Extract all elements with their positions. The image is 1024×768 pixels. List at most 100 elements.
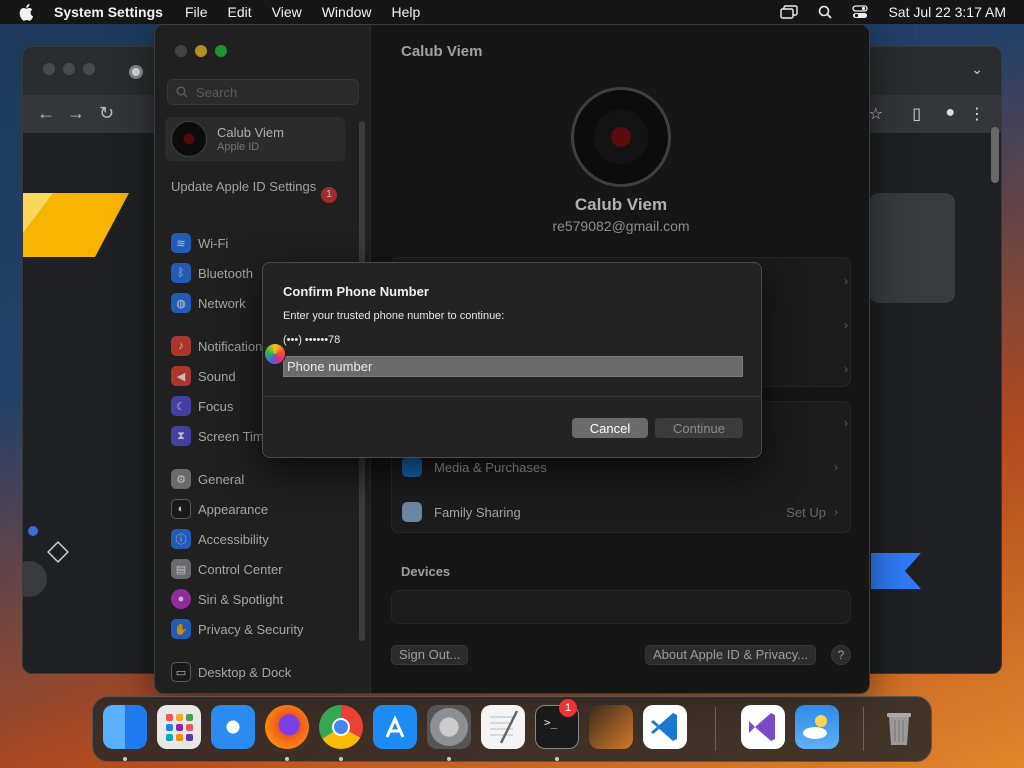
sidebar-item-control-center[interactable]: ▤ Control Center <box>171 558 283 580</box>
sidebar-account-item[interactable]: Calub Viem Apple ID <box>165 117 345 161</box>
app-store-icon <box>402 457 422 477</box>
bluetooth-icon: ᛒ <box>171 263 191 283</box>
chrome-scrollbar[interactable] <box>991 127 999 183</box>
app-store-icon[interactable] <box>373 705 417 749</box>
chrome-tab-favicon-icon[interactable] <box>129 65 143 79</box>
cancel-button[interactable]: Cancel <box>572 418 648 438</box>
chrome-menu-icon[interactable]: ⋮ <box>969 104 985 124</box>
sidebar-item-screen-time[interactable]: ⧗ Screen Time <box>171 425 271 447</box>
sidebar-item-appearance[interactable]: ◐ Appearance <box>171 498 268 520</box>
profile-email: re579082@gmail.com <box>552 218 690 234</box>
window-zoom-button[interactable] <box>215 45 227 57</box>
chevron-right-icon: › <box>834 460 838 474</box>
clock[interactable]: Sat Jul 22 3:17 AM <box>888 4 1006 20</box>
running-indicator <box>123 757 127 761</box>
sidebar-item-wifi[interactable]: ≋ Wi-Fi <box>171 232 228 254</box>
control-center-icon: ▤ <box>171 559 191 579</box>
system-settings-icon[interactable] <box>427 705 471 749</box>
screen-mirroring-icon[interactable] <box>780 5 799 19</box>
dialog-description: Enter your trusted phone number to conti… <box>283 310 505 322</box>
window-minimize-button[interactable] <box>195 45 207 57</box>
menu-window[interactable]: Window <box>322 4 372 20</box>
sidebar-search-field[interactable]: Search <box>167 79 359 105</box>
profile-avatar[interactable] <box>571 87 671 187</box>
gray-circle <box>23 561 47 597</box>
apple-menu-icon[interactable] <box>18 3 36 21</box>
blue-dot <box>28 526 38 536</box>
page-title: Calub Viem <box>401 43 483 60</box>
menu-help[interactable]: Help <box>392 4 421 20</box>
sidebar-item-privacy-security[interactable]: ✋ Privacy & Security <box>171 618 303 640</box>
sidebar-item-network[interactable]: ◍ Network <box>171 292 246 314</box>
running-indicator <box>447 757 451 761</box>
sidebar-item-accessibility[interactable]: ⓘ Accessibility <box>171 528 269 550</box>
sidebar-item-sound[interactable]: ◀ Sound <box>171 365 236 387</box>
chrome-minimize-button[interactable] <box>63 63 75 75</box>
row-label: Family Sharing <box>434 504 521 520</box>
menu-edit[interactable]: Edit <box>228 4 252 20</box>
gear-icon: ⚙ <box>171 469 191 489</box>
phone-number-input[interactable] <box>283 356 743 377</box>
textedit-icon[interactable] <box>481 705 525 749</box>
menu-file[interactable]: File <box>185 4 208 20</box>
about-apple-id-privacy-button[interactable]: About Apple ID & Privacy... <box>645 645 817 665</box>
bookmark-star-icon[interactable]: ☆ <box>869 104 883 124</box>
side-panel-icon[interactable]: ▯ <box>912 104 921 124</box>
sidebar-item-update-apple-id[interactable]: Update Apple ID Settings <box>171 179 321 195</box>
spotlight-search-icon[interactable] <box>818 5 833 19</box>
accessibility-icon: ⓘ <box>171 529 191 549</box>
dock-icon: ▭ <box>171 662 191 682</box>
masked-phone-number: (•••) ••••••78 <box>283 334 341 346</box>
sidebar-item-focus[interactable]: ☾ Focus <box>171 395 233 417</box>
update-badge: 1 <box>321 187 337 203</box>
devices-heading: Devices <box>401 564 451 579</box>
sign-out-button[interactable]: Sign Out... <box>391 645 469 665</box>
chrome-icon[interactable] <box>319 705 363 749</box>
profile-name: Calub Viem <box>574 195 668 214</box>
sidebar-item-desktop-dock[interactable]: ▭ Desktop & Dock <box>171 661 291 683</box>
control-center-icon[interactable] <box>852 5 869 19</box>
bell-icon: ♪ <box>171 336 191 356</box>
dock: 1 >_ <box>92 696 932 762</box>
profile-icon[interactable]: ● <box>945 104 955 122</box>
sidebar-item-notifications[interactable]: ♪ Notifications <box>171 335 269 357</box>
speaker-icon: ◀ <box>171 366 191 386</box>
hourglass-icon: ⧗ <box>171 426 191 446</box>
continue-button[interactable]: Continue <box>655 418 743 438</box>
row-family-sharing[interactable]: Family Sharing Set Up › <box>402 497 840 527</box>
sidebar-item-general[interactable]: ⚙ General <box>171 468 244 490</box>
app-menu[interactable]: System Settings <box>54 4 163 20</box>
chrome-close-button[interactable] <box>43 63 55 75</box>
moon-icon: ☾ <box>171 396 191 416</box>
garageband-icon[interactable] <box>589 705 633 749</box>
finder-icon[interactable] <box>103 705 147 749</box>
help-button[interactable]: ? <box>831 645 851 665</box>
running-indicator <box>555 757 559 761</box>
sidebar-item-label: Accessibility <box>198 531 269 547</box>
forward-arrow-icon[interactable]: → <box>67 103 85 124</box>
dialog-divider <box>263 396 761 397</box>
chrome-tab-search-icon[interactable]: ⌄ <box>971 61 983 78</box>
account-subtitle: Apple ID <box>217 141 260 153</box>
sidebar-item-bluetooth[interactable]: ᛒ Bluetooth <box>171 262 253 284</box>
reload-icon[interactable]: ↻ <box>99 103 114 124</box>
running-indicator <box>339 757 343 761</box>
menu-view[interactable]: View <box>272 4 302 20</box>
window-close-button[interactable] <box>175 45 187 57</box>
chrome-zoom-button[interactable] <box>83 63 95 75</box>
running-indicator <box>285 757 289 761</box>
sidebar-item-label: Siri & Spotlight <box>198 591 284 607</box>
safari-icon[interactable] <box>211 705 255 749</box>
visual-studio-icon[interactable] <box>741 705 785 749</box>
vscode-icon[interactable] <box>643 705 687 749</box>
launchpad-icon[interactable] <box>157 705 201 749</box>
firefox-icon[interactable] <box>265 705 309 749</box>
back-arrow-icon[interactable]: ← <box>37 103 55 124</box>
family-icon <box>402 502 422 522</box>
trash-icon[interactable] <box>877 705 921 749</box>
sidebar-item-label: Desktop & Dock <box>198 664 292 680</box>
weather-icon[interactable] <box>795 705 839 749</box>
dialog-title: Confirm Phone Number <box>283 284 429 299</box>
sidebar-item-siri-spotlight[interactable]: ● Siri & Spotlight <box>171 588 283 610</box>
appearance-icon: ◐ <box>171 499 191 519</box>
